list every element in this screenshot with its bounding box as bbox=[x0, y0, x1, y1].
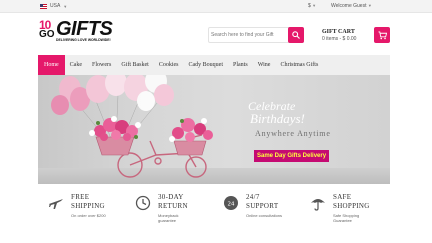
nav-item-candy-bouquet[interactable]: Cady Bouquet bbox=[184, 55, 229, 75]
feature-title: FREE SHIPPING bbox=[71, 193, 105, 210]
cart-title[interactable]: GIFT CART bbox=[322, 29, 355, 35]
main-nav: Home Cake Flowers Gift Basket Cookies Ca… bbox=[38, 55, 390, 75]
chevron-down-icon: ▼ bbox=[312, 3, 317, 8]
welcome-label: Welcome Guest bbox=[331, 3, 367, 9]
banner-headline-2: Birthdays! bbox=[250, 111, 305, 126]
feature-title: 24/7 SUPPORT bbox=[246, 193, 279, 210]
search-input[interactable] bbox=[211, 29, 289, 41]
nav-item-cake[interactable]: Cake bbox=[65, 55, 87, 75]
hero-banner[interactable]: Celebrate Birthdays! Anywhere Anytime Sa… bbox=[38, 75, 390, 184]
account-menu[interactable]: Welcome Guest ▼ bbox=[331, 3, 372, 9]
nav-item-cookies[interactable]: Cookies bbox=[154, 55, 184, 75]
feature-subtitle: On order over $200 bbox=[71, 213, 106, 218]
search-button[interactable] bbox=[288, 27, 304, 43]
feature-subtitle-2: Guarantee bbox=[333, 218, 352, 223]
headset-24-icon: 24 bbox=[224, 196, 238, 210]
nav-item-flowers[interactable]: Flowers bbox=[87, 55, 116, 75]
country-label: USA bbox=[50, 3, 61, 9]
shopping-cart-icon bbox=[377, 30, 387, 39]
site-logo[interactable]: 10 GO GIFTS DELIVERING LOVE WORLDWIDE! bbox=[38, 17, 120, 45]
cart-summary[interactable]: 0 items - $ 0.00 bbox=[322, 36, 356, 42]
rose-basket-rear bbox=[169, 118, 213, 156]
feature-title: SAFE SHOPPING bbox=[333, 193, 370, 210]
nav-item-plants[interactable]: Plants bbox=[228, 55, 253, 75]
feature-title: 30-DAY RETURN bbox=[158, 193, 188, 210]
banner-subtitle: Anywhere Anytime bbox=[255, 129, 331, 138]
flowers-bicycle-illustration bbox=[51, 75, 213, 178]
nav-item-wine[interactable]: Wine bbox=[253, 55, 276, 75]
search-icon bbox=[292, 31, 300, 39]
top-bar: USA ▼ $ ▼ Welcome Guest ▼ bbox=[0, 0, 432, 13]
chevron-down-icon: ▼ bbox=[63, 3, 68, 9]
nav-item-christmas-gifts[interactable]: Christmas Gifts bbox=[275, 55, 323, 75]
cart-button[interactable] bbox=[374, 27, 390, 43]
logo-tagline: DELIVERING LOVE WORLDWIDE! bbox=[56, 38, 111, 42]
chevron-down-icon: ▼ bbox=[367, 3, 372, 8]
logo-go: GO bbox=[39, 29, 55, 40]
currency-label: $ bbox=[308, 3, 311, 9]
umbrella-icon bbox=[311, 199, 325, 211]
svg-text:24: 24 bbox=[228, 201, 235, 207]
banner-badge: Same Day Gifts Delivery bbox=[254, 150, 330, 162]
clock-icon bbox=[135, 195, 151, 211]
airplane-icon bbox=[49, 199, 63, 209]
feature-subtitle-2: guarantee bbox=[158, 218, 177, 223]
nav-item-home[interactable]: Home bbox=[38, 55, 65, 75]
currency-selector[interactable]: $ ▼ bbox=[308, 3, 316, 9]
us-flag-icon bbox=[40, 3, 47, 9]
logo-word: GIFTS bbox=[56, 18, 113, 40]
rose-basket bbox=[89, 116, 141, 156]
country-selector[interactable]: USA ▼ bbox=[40, 3, 67, 9]
nav-item-gift-basket[interactable]: Gift Basket bbox=[116, 55, 154, 75]
feature-subtitle: Online consultations bbox=[246, 213, 283, 218]
